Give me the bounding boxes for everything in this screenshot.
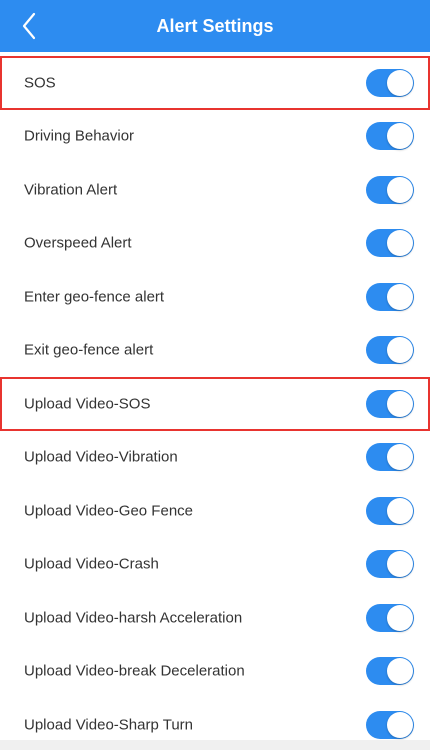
setting-label: Upload Video-Geo Fence (24, 502, 193, 520)
setting-label: Upload Video-Crash (24, 555, 159, 573)
setting-toggle[interactable] (366, 282, 414, 311)
setting-label: Vibration Alert (24, 181, 118, 199)
bottom-divider (0, 740, 430, 750)
toggle-knob (387, 658, 413, 685)
setting-toggle[interactable] (366, 389, 414, 418)
setting-toggle[interactable] (366, 229, 414, 258)
setting-row: Enter geo-fence alert (0, 270, 430, 324)
setting-label: Upload Video-Sharp Turn (24, 716, 193, 734)
setting-toggle[interactable] (366, 603, 414, 632)
chevron-left-icon (22, 12, 36, 40)
setting-label: SOS (24, 74, 56, 92)
setting-label: Upload Video-SOS (24, 395, 151, 413)
setting-label: Enter geo-fence alert (24, 288, 165, 306)
toggle-knob (387, 497, 413, 524)
setting-label: Exit geo-fence alert (24, 341, 154, 359)
setting-label: Overspeed Alert (24, 234, 132, 252)
toggle-knob (387, 230, 413, 257)
setting-label: Upload Video-break Deceleration (24, 662, 245, 680)
toggle-knob (387, 176, 413, 203)
toggle-knob (387, 337, 413, 364)
setting-toggle[interactable] (366, 122, 414, 151)
alert-settings-list: SOS Driving Behavior Vibration Alert Ove… (0, 56, 430, 752)
setting-toggle[interactable] (366, 550, 414, 579)
toggle-knob (387, 444, 413, 471)
toggle-knob (387, 69, 413, 96)
setting-toggle[interactable] (366, 336, 414, 365)
setting-row: Upload Video-harsh Acceleration (0, 591, 430, 645)
setting-row: Overspeed Alert (0, 217, 430, 271)
setting-row: Upload Video-SOS (0, 377, 430, 431)
setting-row: Driving Behavior (0, 110, 430, 164)
setting-label: Driving Behavior (24, 127, 135, 145)
setting-row: Upload Video-Geo Fence (0, 484, 430, 538)
setting-label: Upload Video-harsh Acceleration (24, 609, 243, 627)
back-button[interactable] (14, 8, 50, 44)
toggle-knob (387, 283, 413, 310)
setting-toggle[interactable] (366, 68, 414, 97)
setting-row: Exit geo-fence alert (0, 324, 430, 378)
page-title: Alert Settings (156, 16, 274, 36)
app-header: Alert Settings (0, 0, 430, 52)
toggle-knob (387, 390, 413, 417)
toggle-knob (387, 711, 413, 738)
toggle-knob (387, 123, 413, 150)
setting-row: Upload Video-Crash (0, 538, 430, 592)
setting-row: Upload Video-Vibration (0, 431, 430, 485)
setting-toggle[interactable] (366, 443, 414, 472)
toggle-knob (387, 604, 413, 631)
setting-row: SOS (0, 56, 430, 110)
setting-toggle[interactable] (366, 175, 414, 204)
setting-label: Upload Video-Vibration (24, 448, 178, 466)
setting-toggle[interactable] (366, 657, 414, 686)
setting-toggle[interactable] (366, 710, 414, 739)
toggle-knob (387, 551, 413, 578)
setting-row: Vibration Alert (0, 163, 430, 217)
setting-toggle[interactable] (366, 496, 414, 525)
setting-row: Upload Video-break Deceleration (0, 645, 430, 699)
